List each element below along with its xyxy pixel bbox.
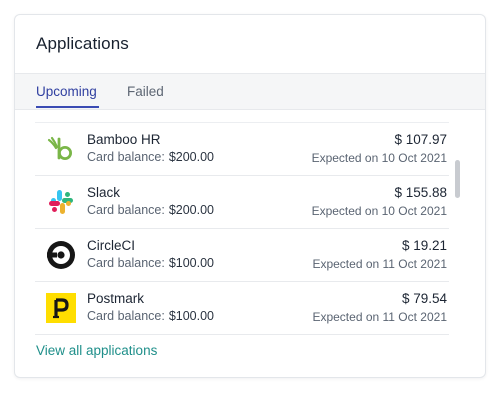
postmark-logo-icon <box>46 293 76 323</box>
expected-date: Expected on 11 Oct 2021 <box>312 310 447 324</box>
tab-upcoming[interactable]: Upcoming <box>36 84 97 99</box>
bamboohr-logo-icon <box>46 134 76 164</box>
tab-failed[interactable]: Failed <box>127 84 164 99</box>
card-balance: Card balance: $100.00 <box>87 256 214 270</box>
card-balance-value: $100.00 <box>168 309 215 323</box>
expected-date: Expected on 10 Oct 2021 <box>311 151 447 165</box>
tabs-bar: Upcoming Failed <box>15 73 485 110</box>
view-all-applications-link[interactable]: View all applications <box>36 343 157 358</box>
card-balance-value: $100.00 <box>168 256 215 270</box>
expected-date: Expected on 10 Oct 2021 <box>311 204 447 218</box>
card-balance-label: Card balance: <box>87 256 165 270</box>
list-item[interactable]: Bamboo HR Card balance: $200.00 $ 107.97 … <box>35 122 449 176</box>
list-scrollbar[interactable] <box>455 160 460 198</box>
applications-list: Bamboo HR Card balance: $200.00 $ 107.97 … <box>35 122 449 335</box>
app-name: Slack <box>87 185 121 200</box>
card-balance: Card balance: $200.00 <box>87 203 214 217</box>
list-item[interactable]: CircleCI Card balance: $100.00 $ 19.21 Ex… <box>35 229 449 282</box>
app-name: CircleCI <box>87 238 136 253</box>
amount: $ 155.88 <box>394 185 447 200</box>
card-balance: Card balance: $200.00 <box>87 150 214 164</box>
list-item[interactable]: Slack Card balance: $200.00 $ 155.88 Expe… <box>35 176 449 229</box>
circleci-logo-icon <box>46 240 76 270</box>
app-name: Bamboo HR <box>87 132 161 147</box>
card-balance-label: Card balance: <box>87 150 165 164</box>
list-item[interactable]: Postmark Card balance: $100.00 $ 79.54 Ex… <box>35 282 449 335</box>
card-balance-value: $200.00 <box>168 150 215 164</box>
card-balance-value: $200.00 <box>168 203 215 217</box>
active-tab-indicator <box>36 106 99 108</box>
card-balance-label: Card balance: <box>87 309 165 323</box>
app-name: Postmark <box>87 291 145 306</box>
expected-date: Expected on 11 Oct 2021 <box>312 257 447 271</box>
card-balance: Card balance: $100.00 <box>87 309 214 323</box>
amount: $ 79.54 <box>401 291 447 306</box>
card-balance-label: Card balance: <box>87 203 165 217</box>
amount: $ 107.97 <box>394 132 447 147</box>
amount: $ 19.21 <box>401 238 447 253</box>
slack-logo-icon <box>46 187 76 217</box>
card-title: Applications <box>36 34 129 53</box>
